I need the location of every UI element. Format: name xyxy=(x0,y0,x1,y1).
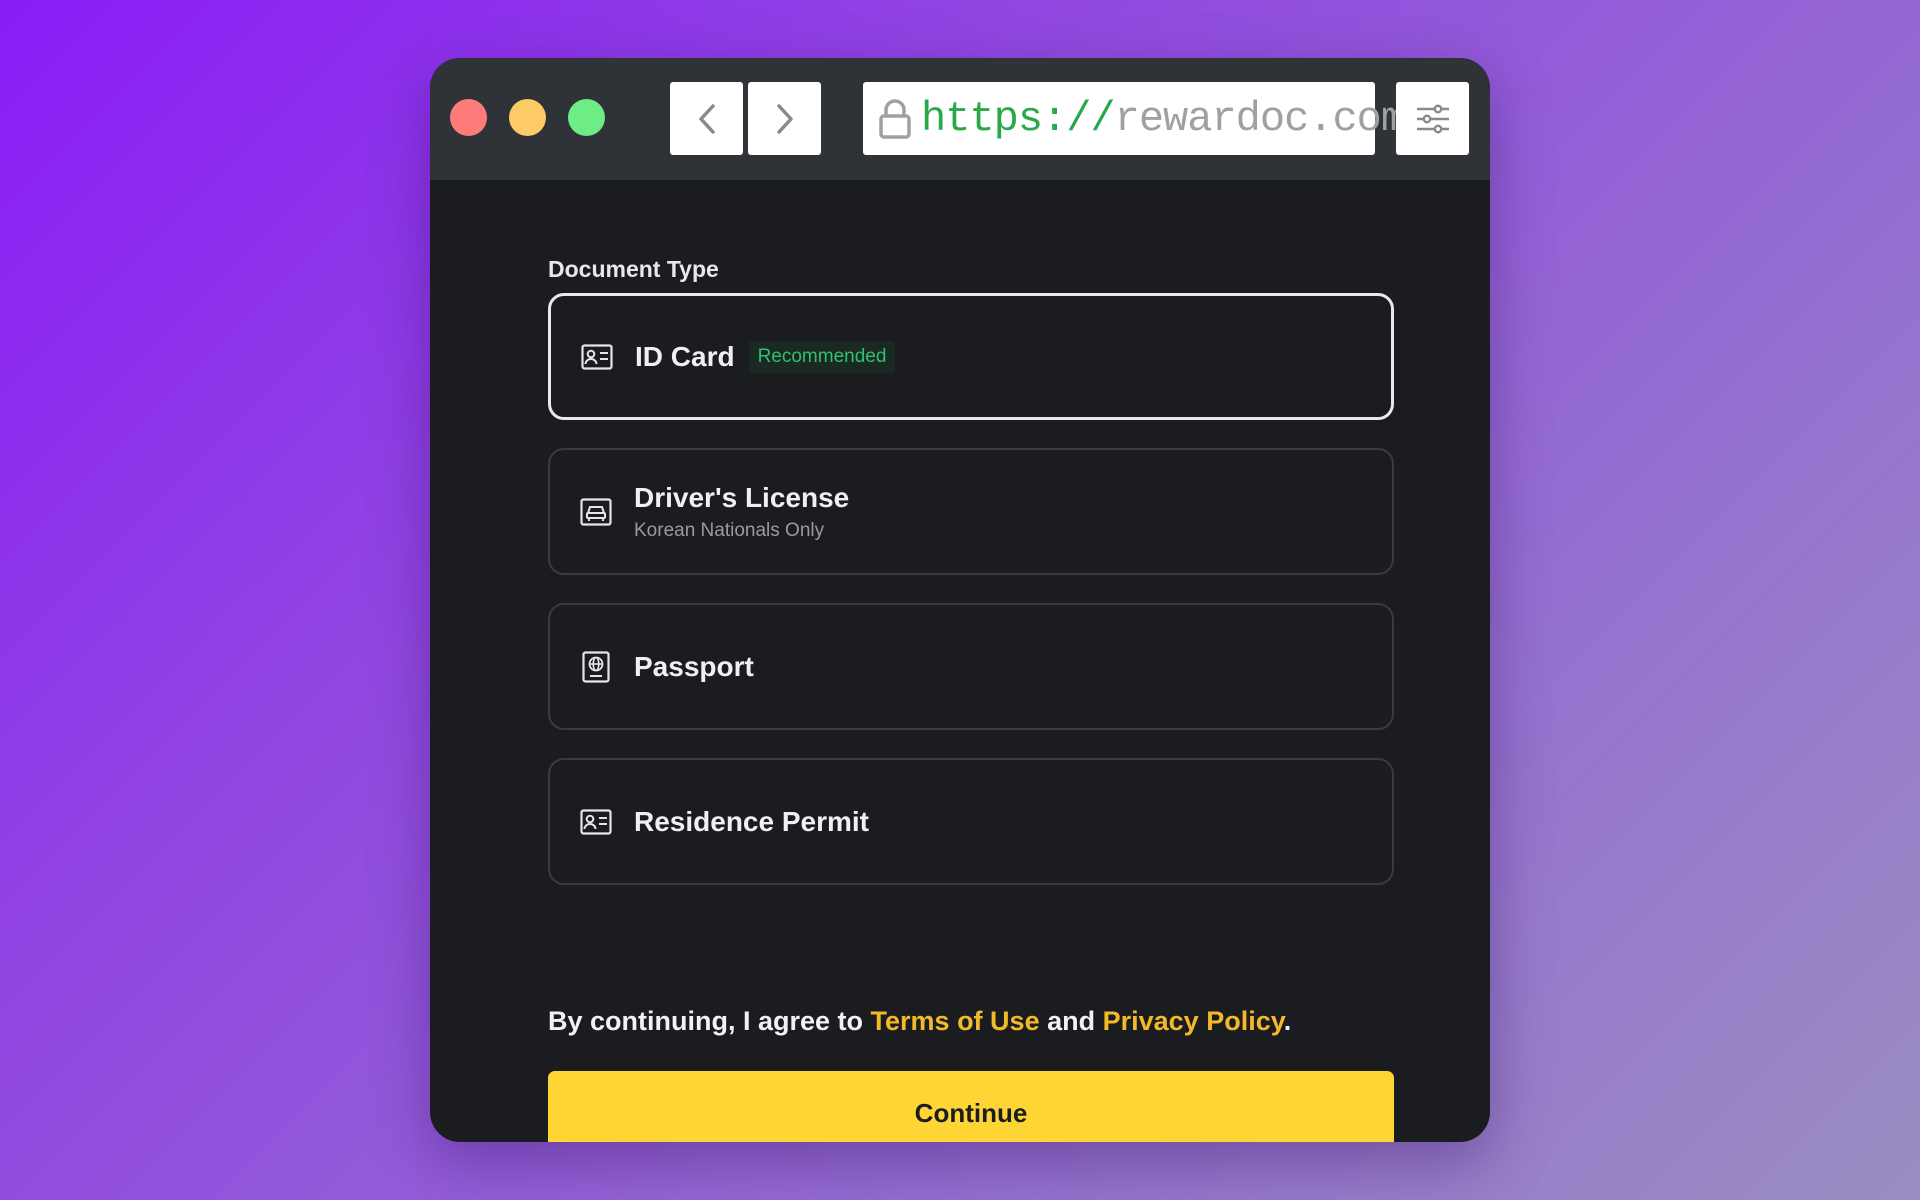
settings-button[interactable] xyxy=(1396,82,1469,155)
consent-prefix: By continuing, I agree to xyxy=(548,1006,871,1036)
option-residence-permit[interactable]: Residence Permit xyxy=(548,758,1394,885)
lock-icon xyxy=(877,98,913,140)
maximize-window-button[interactable] xyxy=(568,99,605,136)
option-label: Driver's License xyxy=(634,481,850,513)
passport-icon xyxy=(580,650,612,683)
option-id-card[interactable]: ID Card Recommended xyxy=(548,293,1394,420)
option-drivers-license[interactable]: Driver's License Korean Nationals Only xyxy=(548,448,1394,575)
option-label: Residence Permit xyxy=(634,805,869,837)
minimize-window-button[interactable] xyxy=(509,99,546,136)
option-sublabel: Korean Nationals Only xyxy=(634,519,825,541)
close-window-button[interactable] xyxy=(450,99,487,136)
url-host: rewardoc.com xyxy=(1114,94,1406,143)
option-passport[interactable]: Passport xyxy=(548,603,1394,730)
chevron-right-icon xyxy=(776,103,793,134)
consent-conjunction: and xyxy=(1039,1006,1103,1036)
option-label: ID Card xyxy=(635,340,735,372)
url-protocol: https:// xyxy=(921,94,1116,143)
forward-button[interactable] xyxy=(748,82,821,155)
page-content: Document Type ID Card Recommended Driver… xyxy=(430,180,1490,1142)
id-card-icon xyxy=(580,806,612,838)
id-card-icon xyxy=(581,341,613,373)
sliders-icon xyxy=(1416,104,1449,133)
back-button[interactable] xyxy=(670,82,743,155)
privacy-policy-link[interactable]: Privacy Policy xyxy=(1103,1006,1284,1036)
terms-of-use-link[interactable]: Terms of Use xyxy=(871,1006,1040,1036)
address-bar[interactable]: https://rewardoc.com xyxy=(863,82,1406,155)
car-icon xyxy=(580,496,612,528)
continue-button[interactable]: Continue xyxy=(548,1071,1394,1142)
browser-titlebar: https://rewardoc.com xyxy=(430,58,1490,180)
chevron-left-icon xyxy=(698,103,715,134)
browser-window: https://rewardoc.com Document Type ID Ca… xyxy=(430,58,1490,1142)
consent-text: By continuing, I agree to Terms of Use a… xyxy=(548,1006,1291,1037)
option-label: Passport xyxy=(634,650,754,682)
document-type-label: Document Type xyxy=(548,256,719,282)
recommended-badge: Recommended xyxy=(748,340,896,373)
url-text: https://rewardoc.com xyxy=(921,94,1406,143)
consent-suffix: . xyxy=(1283,1006,1292,1036)
